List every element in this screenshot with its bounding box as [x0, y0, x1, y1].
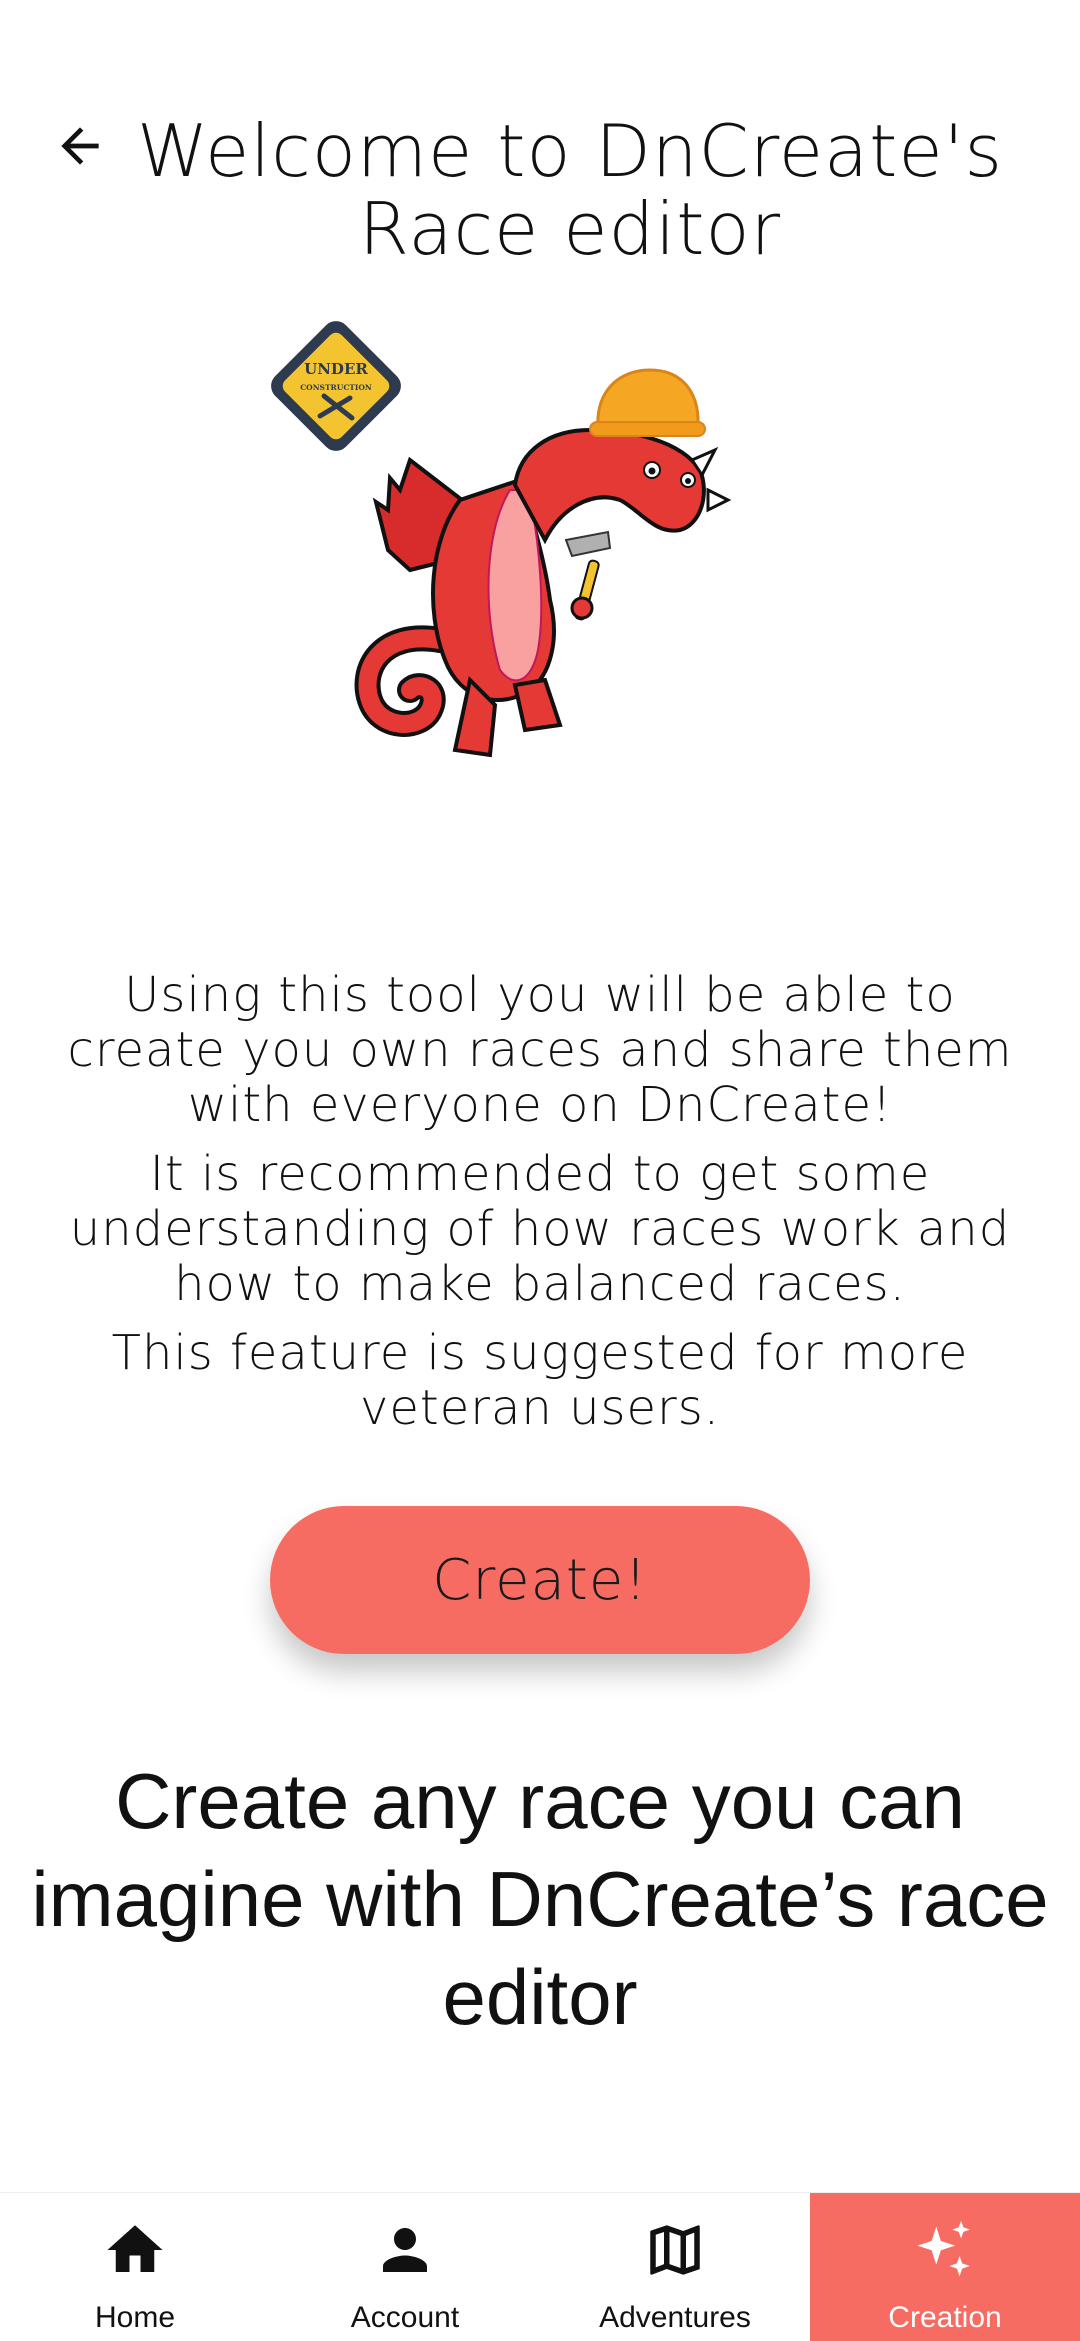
nav-item-account[interactable]: Account — [270, 2193, 540, 2341]
sparkle-icon — [910, 2215, 980, 2285]
nav-item-adventures[interactable]: Adventures — [540, 2193, 810, 2341]
create-button[interactable]: Create! — [270, 1506, 810, 1654]
nav-label: Account — [350, 2301, 460, 2334]
nav-item-creation[interactable]: Creation — [810, 2193, 1080, 2341]
nav-item-home[interactable]: Home — [0, 2193, 270, 2341]
arrow-left-icon — [61, 127, 99, 165]
tagline: Create any race you can imagine with DnC… — [31, 1757, 1049, 2041]
svg-text:UNDER: UNDER — [304, 360, 368, 378]
under-construction-sign: UNDER CONSTRUCTION — [271, 321, 401, 451]
person-icon — [370, 2215, 440, 2285]
nav-label: Home — [94, 2301, 176, 2334]
svg-text:CONSTRUCTION: CONSTRUCTION — [300, 383, 372, 392]
back-button[interactable] — [50, 118, 110, 174]
description-paragraph: Using this tool you will be able to crea… — [67, 967, 1013, 1133]
map-icon — [640, 2215, 710, 2285]
home-icon — [100, 2215, 170, 2285]
bottom-navigation: Home Account Adventures Creation — [0, 2192, 1080, 2341]
under-construction-illustration: UNDER CONSTRUCTION — [260, 310, 740, 780]
page-title: Welcome to DnCreate's Race editor — [136, 109, 1003, 271]
description-paragraph: This feature is suggested for more veter… — [111, 1325, 969, 1436]
header: Welcome to DnCreate's Race editor — [0, 0, 1080, 300]
nav-label: Adventures — [599, 2301, 751, 2334]
description-paragraph: It is recommended to get some understand… — [69, 1146, 1011, 1312]
nav-label: Creation — [888, 2301, 1002, 2334]
description: Using this tool you will be able to crea… — [40, 968, 1040, 1450]
